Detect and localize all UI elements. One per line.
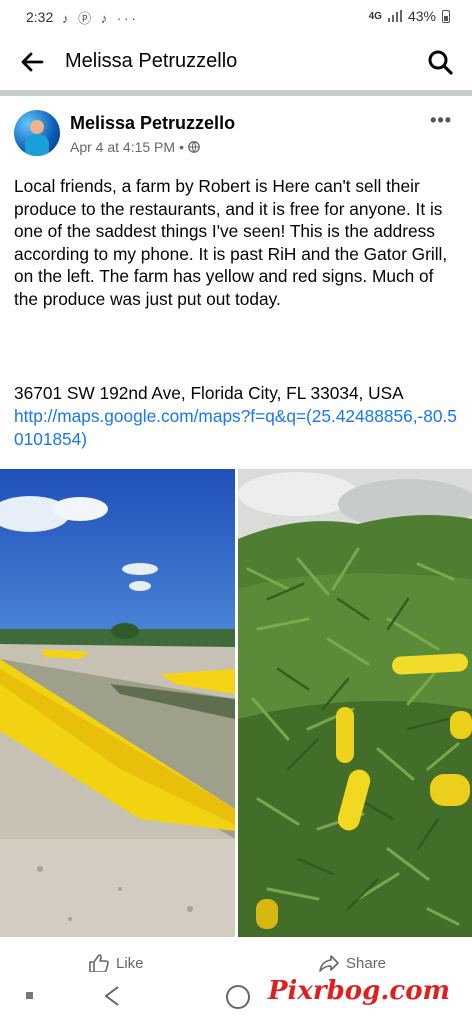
maps-link[interactable]: http://maps.google.com/maps?f=q&q=(25.42… [14, 405, 462, 451]
watermark: Pixrbog.com [268, 976, 451, 1006]
avatar[interactable] [14, 110, 60, 156]
post-address-block: 36701 SW 192nd Ave, Florida City, FL 330… [14, 382, 462, 451]
page-title: Melissa Petruzzello [65, 50, 238, 72]
status-time: 2:32 [26, 9, 54, 25]
post-body: Local friends, a farm by Robert is Here … [14, 175, 462, 311]
meta-separator: • [179, 139, 184, 155]
share-label: Share [346, 954, 387, 972]
post-author[interactable]: Melissa Petruzzello [70, 113, 235, 134]
thumbs-up-icon [89, 954, 109, 973]
status-bar: 2:32 ♪ ⓟ ♪ ··· 4G 43% [0, 0, 472, 34]
like-label: Like [116, 954, 144, 972]
home-icon[interactable] [226, 985, 250, 1009]
more-options-icon[interactable]: ••• [430, 110, 452, 131]
share-button[interactable]: Share [318, 953, 386, 973]
notification-icons: ♪ ⓟ ♪ ··· [62, 11, 139, 26]
app-header: Melissa Petruzzello [0, 34, 472, 90]
like-button[interactable]: Like [88, 953, 144, 973]
battery-icon [442, 9, 450, 23]
globe-icon [188, 141, 200, 153]
header-divider [0, 90, 472, 96]
battery-percent: 43% [407, 8, 436, 24]
status-right: 4G 43% [369, 8, 450, 24]
signal-icon [387, 10, 402, 22]
photo-yellow-squash-field[interactable] [0, 469, 235, 937]
system-nav-bar: Pixrbog.com [0, 972, 472, 1024]
post-actions: Like Share [0, 945, 472, 975]
photo-green-beans-pile[interactable] [238, 469, 472, 937]
post-text: Local friends, a farm by Robert is Here … [14, 176, 448, 309]
search-icon[interactable] [426, 48, 454, 76]
network-type: 4G [368, 10, 382, 22]
share-arrow-icon [319, 955, 339, 972]
back-arrow-icon[interactable] [18, 48, 46, 76]
post-timestamp[interactable]: Apr 4 at 4:15 PM [70, 139, 175, 155]
post-address: 36701 SW 192nd Ave, Florida City, FL 330… [14, 383, 404, 403]
post-meta: Apr 4 at 4:15 PM • [70, 139, 200, 155]
recents-icon[interactable] [26, 992, 33, 999]
nav-back-icon[interactable] [100, 984, 124, 1008]
